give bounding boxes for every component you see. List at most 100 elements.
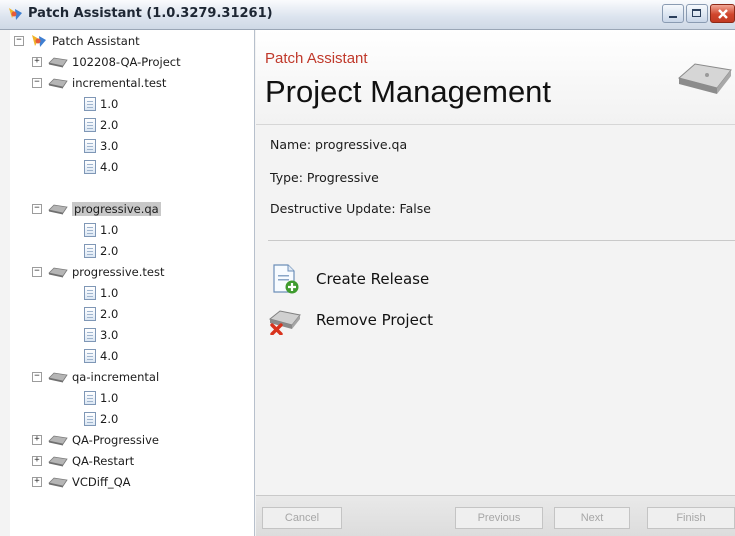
tree-leaf-version[interactable]: 1.0 [84,220,118,240]
page-header: Patch Assistant Project Management [256,30,735,125]
maximize-button[interactable] [686,4,708,23]
project-tree[interactable]: − Patch Assistant + 102208-QA-Project − … [10,30,255,536]
version-label: 4.0 [100,349,119,363]
project-icon [48,435,68,445]
tree-node-label-selected: progressive.qa [72,202,161,216]
create-release-label: Create Release [316,270,430,288]
app-icon [9,8,22,20]
document-icon [84,97,96,111]
remove-project-link[interactable]: Remove Project [268,305,433,335]
project-icon [48,57,68,67]
previous-button[interactable]: Previous [455,507,543,529]
tree-node-qa-progressive[interactable]: + QA-Progressive [32,430,159,450]
document-icon [84,328,96,342]
tree-root[interactable]: − Patch Assistant [14,31,140,51]
tree-node-label: QA-Progressive [72,433,159,447]
tree-node-label: QA-Restart [72,454,135,468]
version-label: 2.0 [100,307,119,321]
close-button[interactable] [710,4,735,23]
tree-node-102208-qa-project[interactable]: + 102208-QA-Project [32,52,181,72]
document-icon [84,139,96,153]
project-icon [48,78,68,88]
finish-button[interactable]: Finish [647,507,735,529]
tree-leaf-version[interactable]: 4.0 [84,346,118,366]
tree-leaf-version[interactable]: 1.0 [84,94,118,114]
project-icon [48,204,68,214]
maximize-icon [692,9,701,17]
page-title: Project Management [265,74,552,109]
close-icon [718,9,728,19]
expand-icon[interactable]: + [32,477,42,487]
document-icon [84,118,96,132]
tree-node-label: 102208-QA-Project [72,55,181,69]
collapse-icon[interactable]: − [32,204,42,214]
version-label: 2.0 [100,118,119,132]
document-icon [84,391,96,405]
divider [268,240,735,241]
tree-leaf-version[interactable]: 2.0 [84,115,118,135]
document-icon [84,286,96,300]
window-title: Patch Assistant (1.0.3279.31261) [28,6,273,21]
document-icon [84,244,96,258]
tree-leaf-version[interactable]: 2.0 [84,409,118,429]
remove-project-icon [268,310,301,335]
tree-leaf-version[interactable]: 3.0 [84,136,118,156]
tree-node-qa-restart[interactable]: + QA-Restart [32,451,134,471]
collapse-icon[interactable]: − [32,267,42,277]
tree-node-label: incremental.test [72,76,167,90]
document-icon [84,307,96,321]
project-type: Type: Progressive [270,170,379,185]
tree-leaf-version[interactable]: 1.0 [84,388,118,408]
next-button[interactable]: Next [554,507,630,529]
version-label: 2.0 [100,244,119,258]
tree-leaf-version[interactable]: 1.0 [84,283,118,303]
tree-root-label: Patch Assistant [52,34,140,48]
expand-icon[interactable]: + [32,57,42,67]
tree-node-label: VCDiff_QA [72,475,131,489]
collapse-icon[interactable]: − [32,372,42,382]
project-icon [48,267,68,277]
collapse-icon[interactable]: − [14,36,24,46]
tree-leaf-version[interactable]: 2.0 [84,304,118,324]
wizard-footer: Cancel Previous Next Finish [256,495,735,536]
version-label: 2.0 [100,412,119,426]
patch-assistant-icon [32,35,46,47]
minimize-button[interactable] [662,4,684,23]
version-label: 3.0 [100,139,119,153]
tree-node-qa-incremental[interactable]: − qa-incremental [32,367,159,387]
header-subtitle: Patch Assistant [265,50,368,67]
title-bar[interactable]: Patch Assistant (1.0.3279.31261) [0,0,735,30]
minimize-icon [669,16,677,18]
tree-node-label: qa-incremental [72,370,160,384]
version-label: 1.0 [100,97,119,111]
create-release-link[interactable]: Create Release [268,264,429,294]
project-icon [48,477,68,487]
document-icon [84,349,96,363]
version-label: 4.0 [100,160,119,174]
collapse-icon[interactable]: − [32,78,42,88]
tree-node-label: progressive.test [72,265,165,279]
expand-icon[interactable]: + [32,456,42,466]
tree-leaf-version[interactable]: 3.0 [84,325,118,345]
document-icon [84,223,96,237]
expand-icon[interactable]: + [32,435,42,445]
create-release-icon [273,264,299,294]
document-icon [84,412,96,426]
remove-project-label: Remove Project [316,311,433,329]
project-name: Name: progressive.qa [270,137,408,152]
tree-leaf-version[interactable]: 2.0 [84,241,118,261]
app-window: Patch Assistant (1.0.3279.31261) − Patch… [0,0,735,536]
destructive-update: Destructive Update: False [270,201,431,216]
tree-node-progressive-qa[interactable]: − progressive.qa [32,199,161,219]
tree-node-vcdiff-qa[interactable]: + VCDiff_QA [32,472,131,492]
project-icon [48,372,68,382]
tree-node-incremental-test[interactable]: − incremental.test [32,73,166,93]
tree-node-progressive-test[interactable]: − progressive.test [32,262,164,282]
version-label: 1.0 [100,391,119,405]
project-icon [48,456,68,466]
version-label: 1.0 [100,286,119,300]
version-label: 1.0 [100,223,119,237]
tree-leaf-version[interactable]: 4.0 [84,157,118,177]
version-label: 3.0 [100,328,119,342]
cancel-button[interactable]: Cancel [262,507,342,529]
